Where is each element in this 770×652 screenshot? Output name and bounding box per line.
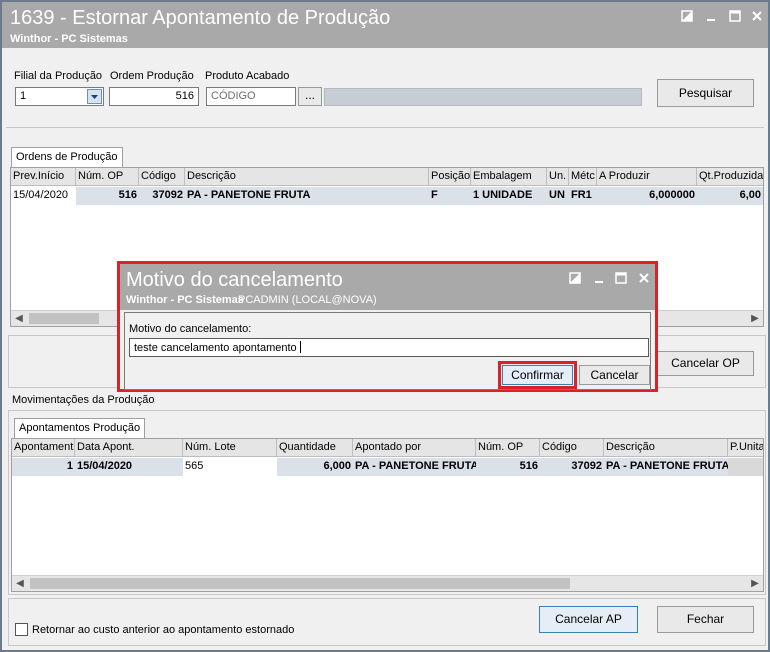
table-row[interactable]: 1 15/04/2020 565 6,000 PA - PANETONE FRU… xyxy=(12,458,763,476)
col-num-op[interactable]: Núm. OP xyxy=(476,439,540,457)
cancelar-op-button[interactable]: Cancelar OP xyxy=(657,351,754,376)
maximize-icon[interactable] xyxy=(612,270,630,288)
dialog-subtitle: Winthor - PC Sistemas xyxy=(126,294,244,306)
col-a-produzir[interactable]: A Produzir xyxy=(597,168,697,186)
cell-apontamento: 1 xyxy=(66,460,73,472)
cell-data-apont: 15/04/2020 xyxy=(77,460,133,472)
window-subtitle: Winthor - PC Sistemas xyxy=(10,33,128,45)
filial-label: Filial da Produção xyxy=(14,70,103,82)
ordens-grid-header: Prev.Início Núm. OP Código Descrição Pos… xyxy=(11,168,763,186)
fechar-button[interactable]: Fechar xyxy=(657,606,754,633)
ordem-input[interactable]: 516 xyxy=(109,87,199,106)
cell-metodo: FR1 xyxy=(571,189,592,201)
cell-p-unitario xyxy=(728,458,763,476)
cell-num-lote: 565 xyxy=(183,458,277,476)
cell-descricao: PA - PANETONE FRUTA xyxy=(606,460,728,472)
produto-code-input[interactable]: CÓDIGO xyxy=(206,87,296,106)
col-apontamento[interactable]: Apontament xyxy=(12,439,75,457)
apontamentos-grid: Apontament Data Apont. Núm. Lote Quantid… xyxy=(11,438,764,592)
col-apontado-por[interactable]: Apontado por xyxy=(353,439,476,457)
col-codigo[interactable]: Código xyxy=(540,439,604,457)
footer-panel xyxy=(8,598,766,646)
scroll-thumb[interactable] xyxy=(29,313,99,324)
minimize-icon[interactable] xyxy=(590,270,608,288)
cell-qt-produzida: 6,00 xyxy=(739,189,761,201)
confirmar-button[interactable]: Confirmar xyxy=(502,365,573,385)
col-un[interactable]: Un. xyxy=(547,168,569,186)
motivo-cancelamento-dialog: Motivo do cancelamento Winthor - PC Sist… xyxy=(117,261,658,392)
apontamentos-hscrollbar[interactable]: ◀ ▶ xyxy=(12,575,763,591)
restore-icon[interactable] xyxy=(566,270,584,288)
motivo-input[interactable]: teste cancelamento apontamento xyxy=(129,338,649,357)
close-icon[interactable] xyxy=(635,270,653,288)
retornar-custo-checkbox[interactable] xyxy=(15,623,28,636)
col-p-unitario[interactable]: P.Unita xyxy=(728,439,763,457)
col-qt-produzida[interactable]: Qt.Produzida xyxy=(697,168,763,186)
restore-icon[interactable] xyxy=(678,8,696,26)
apontamentos-grid-header: Apontament Data Apont. Núm. Lote Quantid… xyxy=(12,439,763,457)
divider xyxy=(6,127,764,128)
text-cursor xyxy=(299,341,301,353)
scroll-right-icon[interactable]: ▶ xyxy=(747,311,763,326)
minimize-icon[interactable] xyxy=(702,8,720,26)
cell-num-op: 516 xyxy=(118,189,137,201)
chevron-down-icon[interactable] xyxy=(87,89,102,104)
main-window: 1639 - Estornar Apontamento de Produção … xyxy=(0,0,770,652)
col-data-apont[interactable]: Data Apont. xyxy=(75,439,183,457)
col-quantidade[interactable]: Quantidade xyxy=(277,439,353,457)
produto-label: Produto Acabado xyxy=(205,70,290,82)
pesquisar-button[interactable]: Pesquisar xyxy=(657,79,754,107)
cell-prev-inicio: 15/04/2020 xyxy=(11,187,76,205)
produto-description-field xyxy=(324,88,642,106)
cell-codigo: 37092 xyxy=(152,189,183,201)
cell-num-op: 516 xyxy=(519,460,538,472)
col-embalagem[interactable]: Embalagem xyxy=(471,168,547,186)
table-row[interactable]: 15/04/2020 516 37092 PA - PANETONE FRUTA… xyxy=(11,187,763,205)
cell-un: UN xyxy=(549,189,565,201)
cell-a-produzir: 6,000000 xyxy=(649,189,695,201)
close-icon[interactable] xyxy=(748,8,766,26)
dialog-title-bar: Motivo do cancelamento Winthor - PC Sist… xyxy=(120,264,655,310)
filial-value: 1 xyxy=(20,90,27,102)
dialog-user-info: PCADMIN (LOCAL@NOVA) xyxy=(238,294,377,306)
cell-apontado-por: PA - PANETONE FRUTA xyxy=(355,460,476,472)
window-title: 1639 - Estornar Apontamento de Produção xyxy=(10,7,391,29)
col-metodo[interactable]: Métc xyxy=(569,168,597,186)
retornar-custo-label: Retornar ao custo anterior ao apontament… xyxy=(32,624,295,636)
dialog-body: Motivo do cancelamento: teste cancelamen… xyxy=(124,312,651,390)
cell-codigo: 37092 xyxy=(571,460,602,472)
cancelar-button[interactable]: Cancelar xyxy=(579,365,650,385)
ordem-label: Ordem Produção xyxy=(110,70,194,82)
maximize-icon[interactable] xyxy=(726,8,744,26)
scroll-left-icon[interactable]: ◀ xyxy=(11,311,27,326)
motivo-field-label: Motivo do cancelamento: xyxy=(129,323,252,335)
title-bar: 1639 - Estornar Apontamento de Produção … xyxy=(2,2,768,48)
movimentacoes-label: Movimentações da Produção xyxy=(12,394,155,406)
cell-descricao: PA - PANETONE FRUTA xyxy=(187,189,311,201)
cell-embalagem: 1 UNIDADE xyxy=(473,189,533,201)
scroll-thumb[interactable] xyxy=(30,578,570,589)
filial-select[interactable]: 1 xyxy=(15,87,104,106)
col-descricao[interactable]: Descrição xyxy=(604,439,728,457)
cell-quantidade: 6,000 xyxy=(323,460,351,472)
col-posicao[interactable]: Posição xyxy=(429,168,471,186)
tab-apontamentos-producao[interactable]: Apontamentos Produção xyxy=(14,418,146,438)
col-num-op[interactable]: Núm. OP xyxy=(76,168,139,186)
dialog-title: Motivo do cancelamento xyxy=(126,269,343,291)
scroll-right-icon[interactable]: ▶ xyxy=(747,576,763,591)
col-prev-inicio[interactable]: Prev.Início xyxy=(11,168,76,186)
produto-lookup-button[interactable]: ... xyxy=(298,87,322,106)
col-codigo[interactable]: Código xyxy=(139,168,185,186)
cell-posicao: F xyxy=(431,189,438,201)
motivo-input-value: teste cancelamento apontamento xyxy=(134,342,297,354)
col-num-lote[interactable]: Núm. Lote xyxy=(183,439,277,457)
col-descricao[interactable]: Descrição xyxy=(185,168,429,186)
tab-ordens-producao[interactable]: Ordens de Produção xyxy=(11,147,123,167)
cancelar-ap-button[interactable]: Cancelar AP xyxy=(539,606,638,633)
scroll-left-icon[interactable]: ◀ xyxy=(12,576,28,591)
